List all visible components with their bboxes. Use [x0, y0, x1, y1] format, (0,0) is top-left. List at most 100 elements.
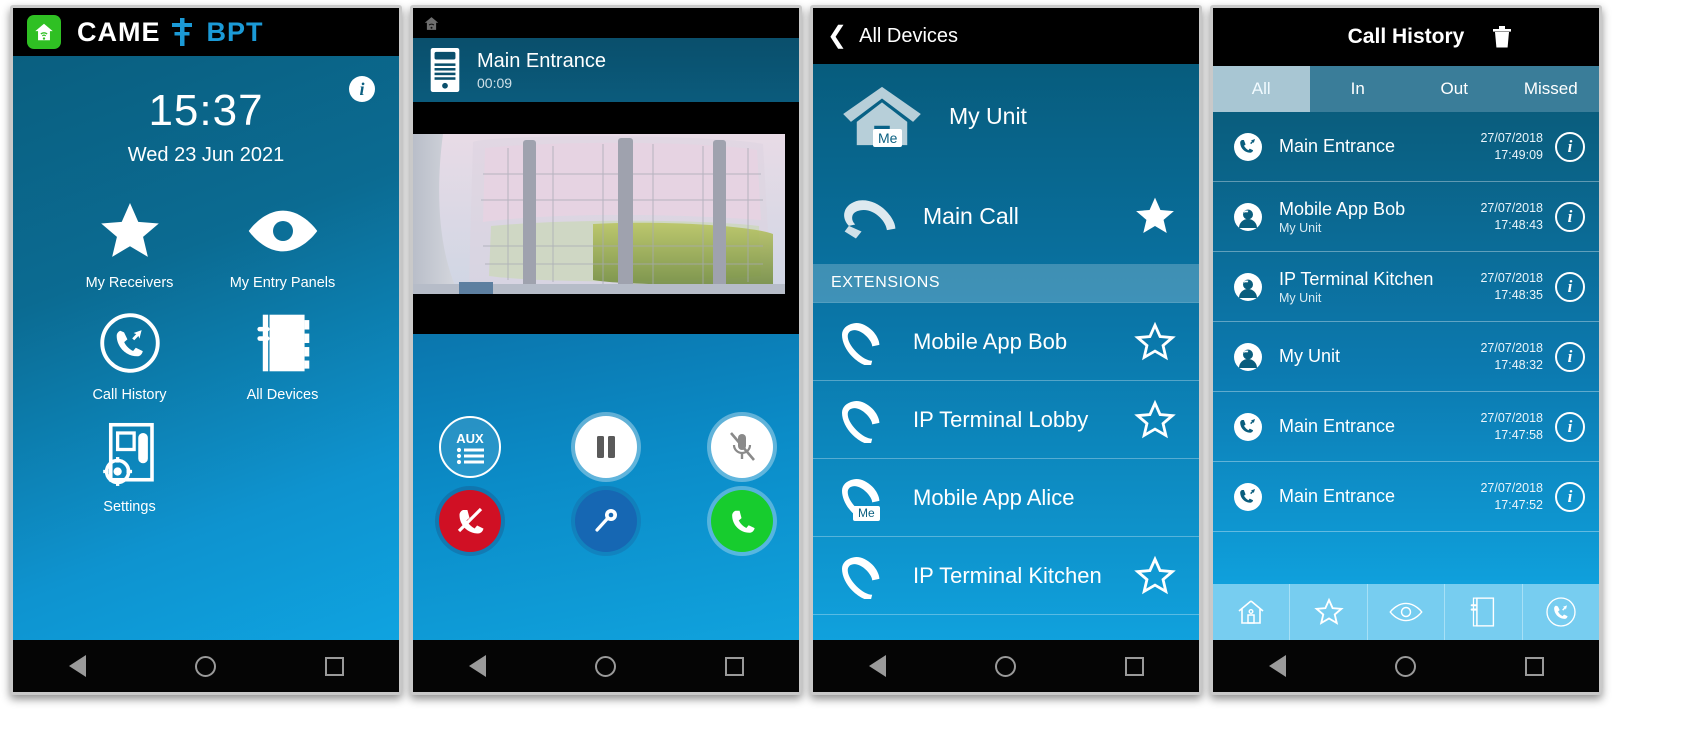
- user-call-icon: [1233, 272, 1263, 302]
- call-entry-name: Main Entrance: [1279, 416, 1396, 436]
- list-item-my-unit[interactable]: Me My Unit: [813, 64, 1199, 168]
- status-bar: [413, 8, 799, 38]
- tab-all[interactable]: All: [1213, 66, 1310, 112]
- handset-icon: Me: [839, 475, 891, 521]
- call-entry-sub: My Unit: [1279, 220, 1322, 235]
- mute-button[interactable]: [711, 416, 773, 478]
- eye-icon: [246, 195, 320, 267]
- call-controls-row-2: [439, 490, 773, 552]
- table-row[interactable]: Main Entrance 27/07/2018 17:47:58 i: [1213, 392, 1599, 462]
- tab-out[interactable]: Out: [1406, 66, 1503, 112]
- answer-button[interactable]: [711, 490, 773, 552]
- recents-icon[interactable]: [722, 653, 748, 679]
- favorite-star-outline-icon[interactable]: [1133, 555, 1177, 597]
- list-item-extension[interactable]: IP Terminal Kitchen: [813, 536, 1199, 614]
- call-entry-info-button[interactable]: i: [1555, 271, 1585, 302]
- device-name: My Unit: [949, 102, 1027, 129]
- call-controls: AUX: [413, 334, 799, 640]
- screenshot-stage: CAME BPT i 15:37 Wed 23 Jun 2021 My Rece…: [0, 0, 1698, 750]
- tab-missed[interactable]: Missed: [1502, 66, 1599, 112]
- call-entry-date: 27/07/2018: [1480, 270, 1543, 285]
- call-history-icon: [99, 307, 161, 379]
- house-wifi-icon: [27, 15, 61, 49]
- user-call-icon: [1233, 342, 1263, 372]
- tile-label: Call History: [92, 387, 167, 403]
- call-entry-info-button[interactable]: i: [1555, 481, 1585, 512]
- devices-list: Me My Unit Main Call EXTENSIONS Mobile A…: [813, 64, 1199, 640]
- call-timer: 00:09: [477, 74, 513, 91]
- tile-label: All Devices: [246, 387, 319, 403]
- eye-outline-icon: [1389, 602, 1423, 622]
- call-entry-time: 17:48:32: [1494, 357, 1543, 372]
- table-row[interactable]: IP Terminal Kitchen My Unit 27/07/2018 1…: [1213, 252, 1599, 322]
- info-button[interactable]: i: [349, 76, 375, 102]
- video-feed[interactable]: [413, 134, 799, 294]
- pause-button[interactable]: [575, 416, 637, 478]
- back-icon[interactable]: [1264, 653, 1290, 679]
- call-entry-info-button[interactable]: i: [1555, 201, 1585, 232]
- tile-label: My Entry Panels: [229, 275, 336, 291]
- call-contact-name: Main Entrance: [477, 49, 606, 72]
- nav-all-devices[interactable]: [1445, 584, 1523, 640]
- call-controls-row-1: AUX: [439, 416, 773, 478]
- tile-my-entry-panels[interactable]: My Entry Panels: [206, 195, 359, 291]
- aux-button[interactable]: AUX: [439, 416, 501, 478]
- call-entry-info-button[interactable]: i: [1555, 411, 1585, 442]
- favorite-star-outline-icon[interactable]: [1133, 399, 1177, 441]
- nav-favorites[interactable]: [1290, 584, 1368, 640]
- list-item-main-call[interactable]: Main Call: [813, 168, 1199, 264]
- home-icon[interactable]: [1393, 653, 1419, 679]
- table-row[interactable]: Main Entrance 27/07/2018 17:49:09 i: [1213, 112, 1599, 182]
- call-entry-sub: My Unit: [1279, 290, 1322, 305]
- back-icon[interactable]: [64, 653, 90, 679]
- nav-entry-panels[interactable]: [1368, 584, 1446, 640]
- home-outline-icon: [1238, 600, 1264, 624]
- home-icon[interactable]: [593, 653, 619, 679]
- table-row[interactable]: Main Entrance 27/07/2018 17:47:52 i: [1213, 462, 1599, 532]
- phone-all-devices-screen: ❮ All Devices Me My Unit Main Call EXTEN…: [810, 5, 1202, 695]
- bpt-mark-icon: [171, 18, 193, 46]
- hangup-button[interactable]: [439, 490, 501, 552]
- page-title: All Devices: [859, 24, 959, 47]
- tile-my-receivers[interactable]: My Receivers: [53, 195, 206, 291]
- handset-icon: [839, 191, 901, 241]
- trash-icon[interactable]: [1491, 25, 1513, 49]
- call-entry-info-button[interactable]: i: [1555, 131, 1585, 162]
- door-open-button[interactable]: [575, 490, 637, 552]
- nav-call-history[interactable]: [1523, 584, 1599, 640]
- device-name: Mobile App Alice: [913, 484, 1075, 510]
- tile-settings[interactable]: Settings: [53, 419, 206, 515]
- tab-in[interactable]: In: [1309, 66, 1406, 112]
- tile-all-devices[interactable]: All Devices: [206, 307, 359, 403]
- list-item-extension[interactable]: Me Mobile App Alice: [813, 458, 1199, 536]
- home-icon[interactable]: [193, 653, 219, 679]
- back-icon[interactable]: [464, 653, 490, 679]
- recents-icon[interactable]: [1122, 653, 1148, 679]
- device-name: IP Terminal Kitchen: [913, 562, 1102, 588]
- table-row[interactable]: My Unit 27/07/2018 17:48:32 i: [1213, 322, 1599, 392]
- favorite-star-outline-icon[interactable]: [1133, 321, 1177, 363]
- brand-header: CAME BPT: [13, 8, 399, 56]
- chevron-left-icon[interactable]: ❮: [827, 24, 847, 48]
- table-row[interactable]: Mobile App Bob My Unit 27/07/2018 17:48:…: [1213, 182, 1599, 252]
- back-icon[interactable]: [864, 653, 890, 679]
- device-name: IP Terminal Lobby: [913, 406, 1089, 432]
- call-entry-info-button[interactable]: i: [1555, 341, 1585, 372]
- nav-home[interactable]: [1213, 584, 1291, 640]
- call-entry-name: IP Terminal Kitchen: [1279, 268, 1434, 289]
- recents-icon[interactable]: [1522, 653, 1548, 679]
- tile-label: My Receivers: [85, 275, 174, 291]
- call-entry-name: My Unit: [1279, 346, 1341, 366]
- phone-call-history-screen: Call History All In Out Missed Main Entr…: [1210, 5, 1602, 695]
- home-icon[interactable]: [993, 653, 1019, 679]
- favorite-star-filled-icon[interactable]: [1133, 195, 1177, 237]
- tile-call-history[interactable]: Call History: [53, 307, 206, 403]
- list-item-extension[interactable]: IP Terminal Lobby: [813, 380, 1199, 458]
- list-item-extension[interactable]: Mobile App Bob: [813, 302, 1199, 380]
- call-entry-date: 27/07/2018: [1480, 480, 1543, 495]
- call-entry-date: 27/07/2018: [1480, 410, 1543, 425]
- recents-icon[interactable]: [322, 653, 348, 679]
- bottom-nav-bar: [1213, 584, 1599, 640]
- section-header-extensions: EXTENSIONS: [813, 264, 1199, 302]
- phone-active-call-screen: Main Entrance 00:09 AUX: [410, 5, 802, 695]
